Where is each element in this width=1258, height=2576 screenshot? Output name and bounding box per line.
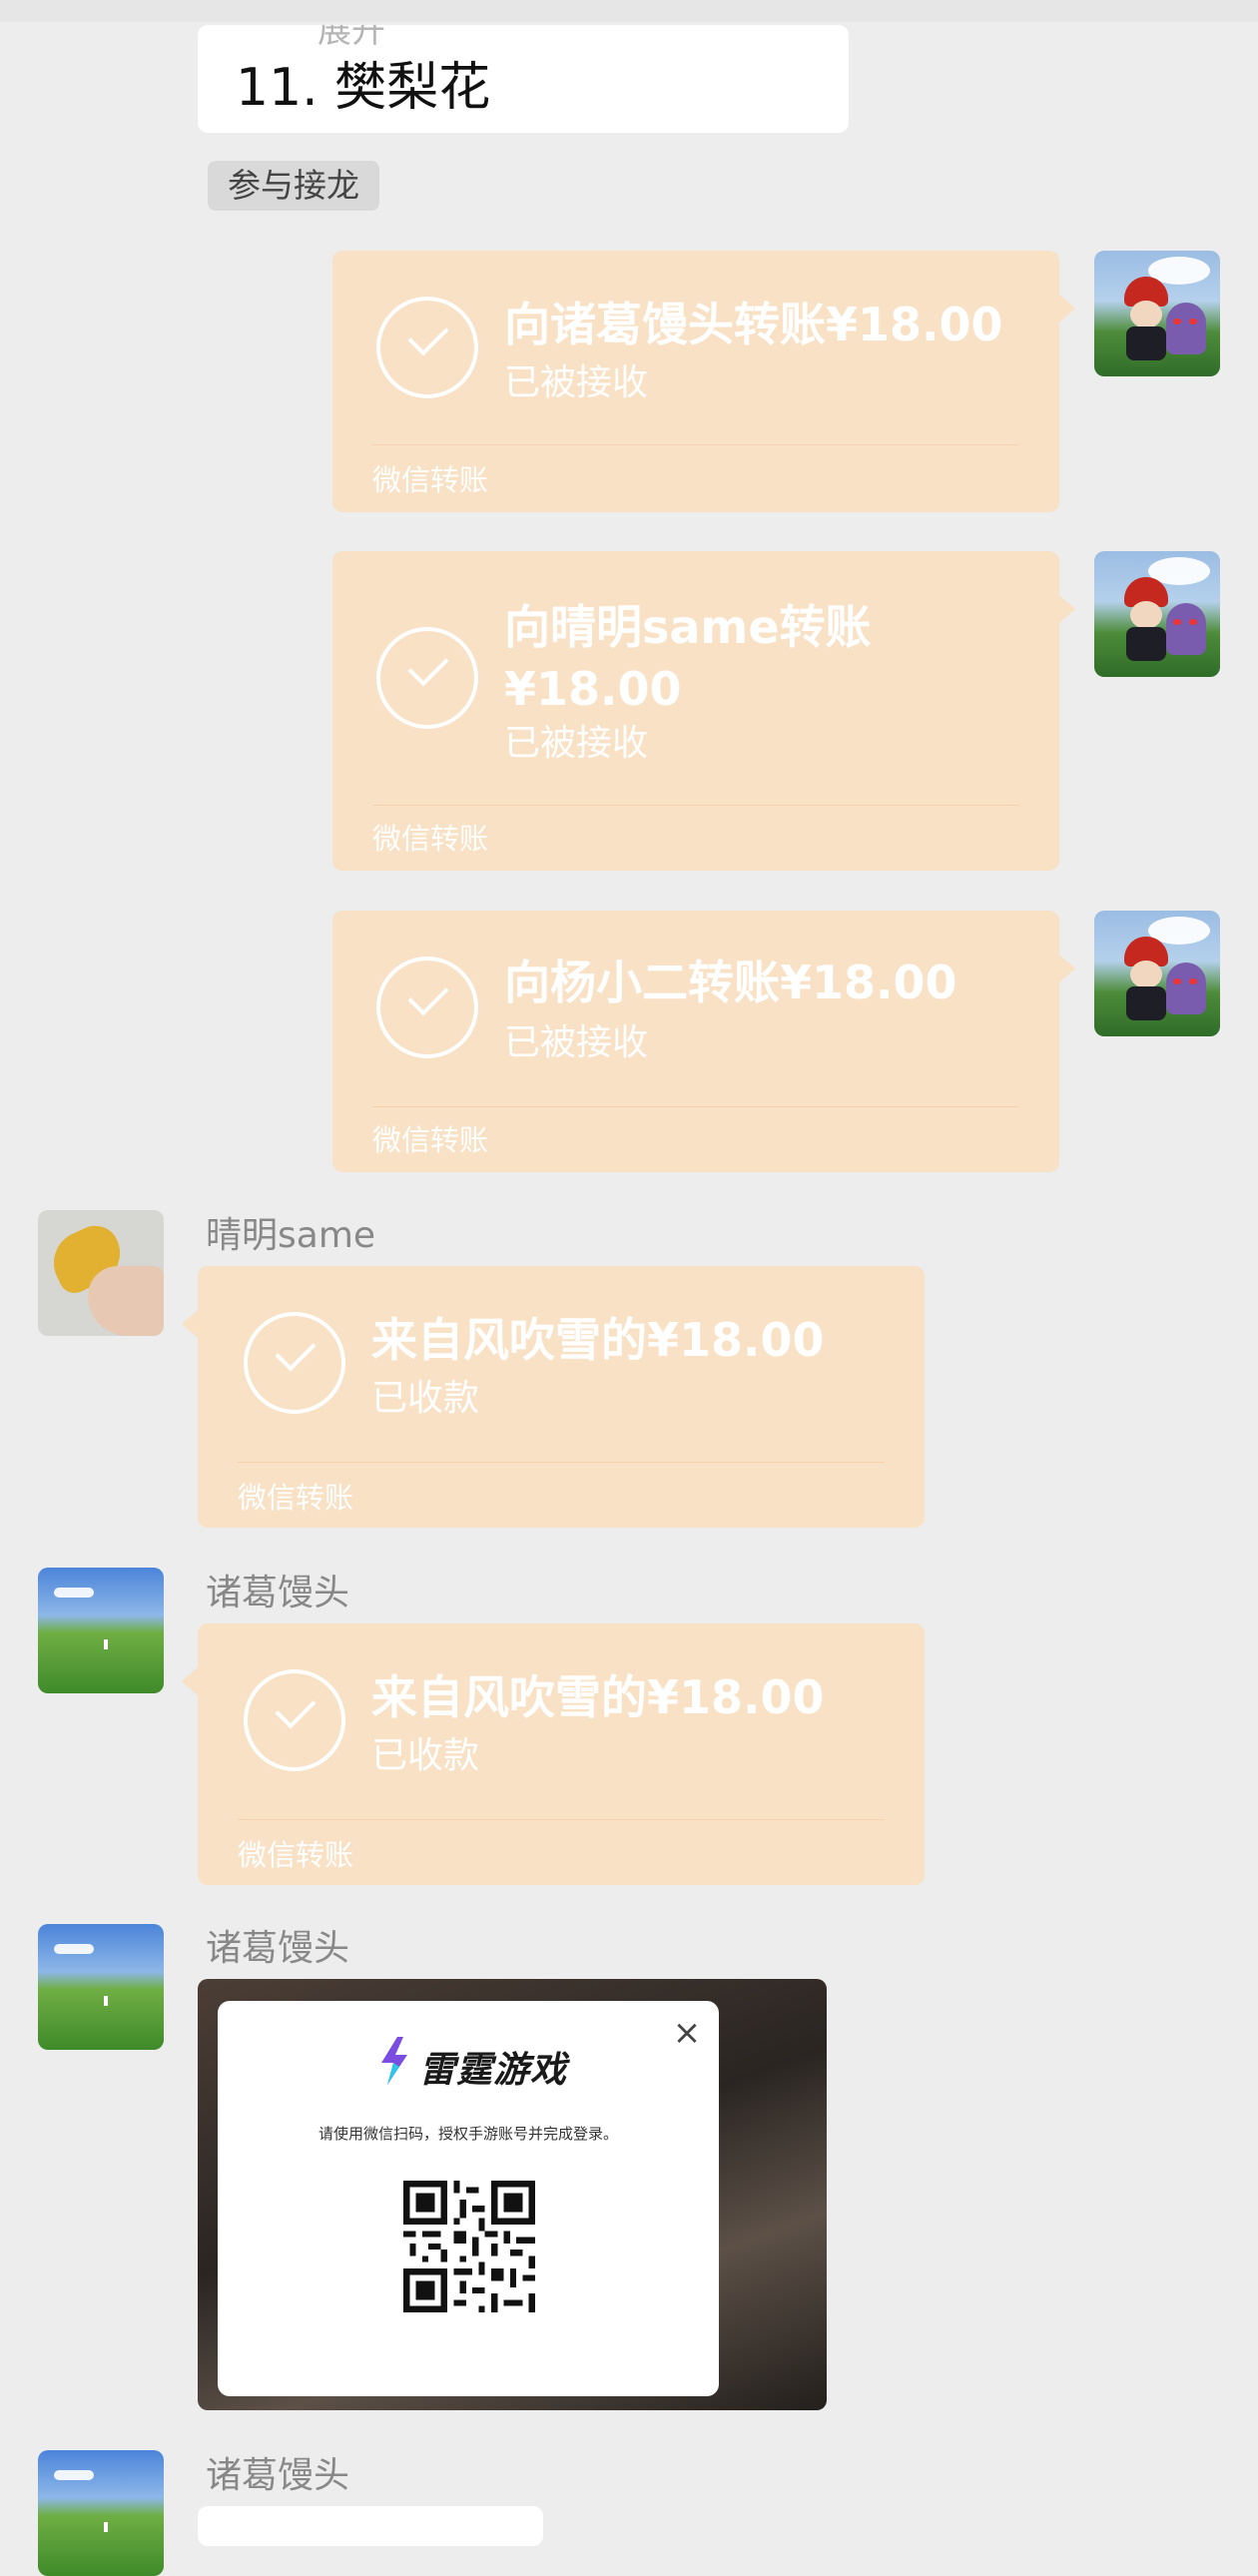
incoming-transfer-2[interactable]: 来自风吹雪的¥18.00 已收款 微信转账: [182, 1623, 925, 1885]
transfer-footer: 微信转账: [372, 1123, 489, 1157]
check-circle-icon: [244, 1669, 345, 1771]
transfer-title: 来自风吹雪的¥18.00: [371, 1313, 825, 1367]
transfer-footer: 微信转账: [238, 1838, 354, 1872]
transfer-title: 向杨小二转账¥18.00: [504, 956, 957, 1009]
transfer-footer: 微信转账: [372, 463, 489, 497]
bubble-tail: [1059, 955, 1075, 982]
login-dialog: 雷霆游戏 × 请使用微信扫码，授权手游账号并完成登录。: [218, 2001, 719, 2396]
transfer-status: 已被接收: [504, 723, 649, 764]
transfer-status: 已被接收: [504, 1022, 649, 1063]
my-avatar[interactable]: [1094, 911, 1220, 1036]
outgoing-transfer-3[interactable]: 向杨小二转账¥18.00 已被接收 微信转账: [332, 911, 1075, 1172]
divider: [238, 1462, 885, 1463]
check-circle-icon: [376, 297, 478, 398]
check-circle-icon: [376, 627, 478, 729]
solitaire-item: 11. 樊梨花: [236, 58, 491, 118]
divider: [238, 1819, 885, 1820]
login-instruction: 请使用微信扫码，授权手游账号并完成登录。: [317, 2125, 618, 2143]
sender-name: 诸葛馒头: [206, 2455, 350, 2496]
transfer-title: 来自风吹雪的¥18.00: [371, 1670, 825, 1724]
divider: [372, 1106, 1019, 1107]
sender-avatar[interactable]: [38, 1210, 164, 1336]
check-circle-icon: [376, 957, 478, 1058]
transfer-status: 已收款: [371, 1378, 480, 1419]
sender-name: 晴明same: [206, 1215, 376, 1256]
sender-avatar[interactable]: [38, 1924, 164, 2050]
close-icon: ×: [672, 2013, 702, 2053]
transfer-footer: 微信转账: [238, 1481, 354, 1515]
bubble-tail: [1059, 595, 1075, 623]
sender-name: 诸葛馒头: [206, 1928, 350, 1969]
my-avatar[interactable]: [1094, 551, 1220, 677]
lightning-logo-icon: [381, 2037, 407, 2085]
bubble-tail: [182, 1667, 198, 1695]
transfer-status: 已被接收: [504, 362, 649, 403]
bubble-tail: [1059, 295, 1075, 322]
divider: [372, 444, 1019, 445]
bubble-tail: [182, 1310, 198, 1338]
transfer-status: 已收款: [371, 1735, 480, 1776]
transfer-footer: 微信转账: [372, 822, 489, 856]
divider: [372, 805, 1019, 806]
transfer-title: 向诸葛馒头转账¥18.00: [504, 298, 1003, 351]
brand-name: 雷霆游戏: [419, 2050, 568, 2091]
transfer-title: 向晴明same转账: [504, 600, 872, 654]
outgoing-transfer-2[interactable]: 向晴明same转账 ¥18.00 已被接收 微信转账: [332, 551, 1075, 871]
image-message[interactable]: 雷霆游戏 × 请使用微信扫码，授权手游账号并完成登录。: [198, 1979, 827, 2410]
check-circle-icon: [244, 1312, 345, 1414]
transfer-amount: ¥18.00: [504, 662, 682, 716]
sender-avatar[interactable]: [38, 1568, 164, 1693]
outgoing-transfer-1[interactable]: 向诸葛馒头转账¥18.00 已被接收 微信转账: [332, 251, 1075, 512]
top-edge: [0, 0, 1258, 22]
my-avatar[interactable]: [1094, 251, 1220, 376]
join-solitaire-button[interactable]: 参与接龙: [208, 161, 379, 211]
incoming-transfer-1[interactable]: 来自风吹雪的¥18.00 已收款 微信转账: [182, 1266, 925, 1528]
qr-code: [403, 2181, 535, 2312]
text-message-bubble[interactable]: [198, 2506, 543, 2546]
sender-name: 诸葛馒头: [206, 1573, 350, 1613]
solitaire-message-bubble[interactable]: 展开 11. 樊梨花: [198, 25, 849, 133]
sender-avatar[interactable]: [38, 2450, 164, 2576]
